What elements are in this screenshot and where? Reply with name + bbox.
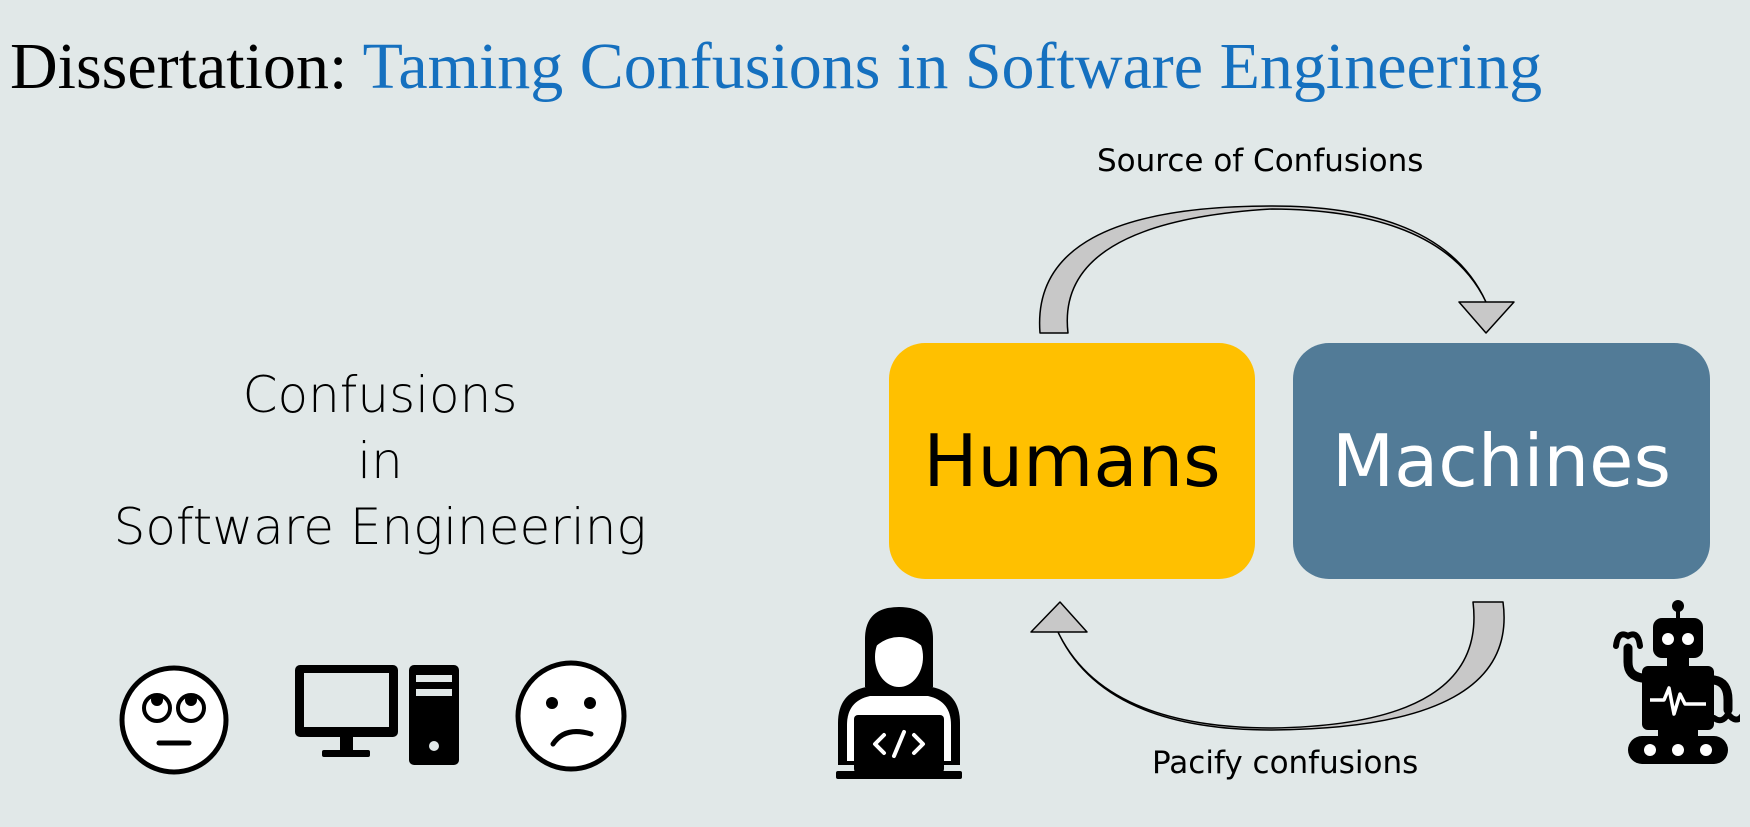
source-of-confusions-label: Source of Confusions [1097,143,1424,179]
bottom-curved-arrow [1030,601,1505,731]
top-curved-arrow [1038,205,1515,334]
machines-box: Machines [1293,343,1710,579]
developer-with-laptop-icon [836,607,962,779]
robot-icon [1613,600,1740,764]
humans-box: Humans [889,343,1255,579]
pacify-confusions-label: Pacify confusions [1152,745,1419,781]
